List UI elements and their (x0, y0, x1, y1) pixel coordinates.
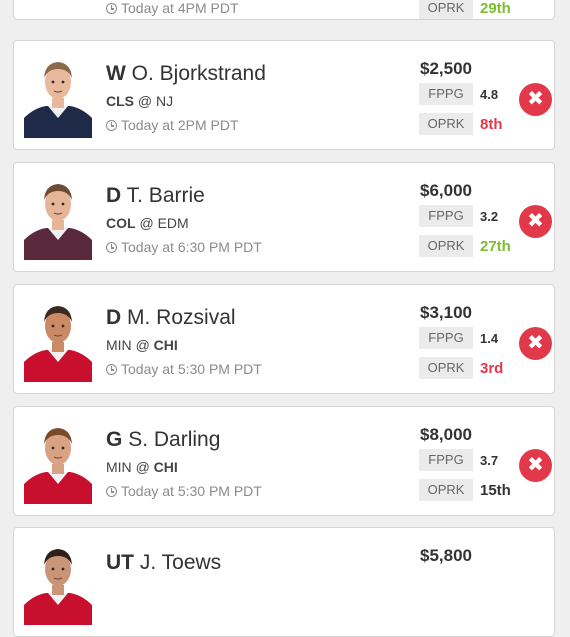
player-portrait-icon (24, 420, 92, 504)
fppg-label: FPPG (419, 205, 473, 227)
fppg-value: 3.7 (480, 453, 499, 468)
game-time: Today at 5:30 PM PDT (106, 361, 262, 377)
close-icon: ✖ (527, 88, 544, 110)
team-abbr: CLS (106, 93, 134, 109)
player-card[interactable]: W O. Bjorkstrand CLS @ NJ Today at 2PM P… (13, 40, 555, 150)
oprk-label: OPRK (419, 235, 473, 257)
game-time: Today at 5:30 PM PDT (106, 483, 262, 499)
clock-icon (106, 242, 117, 253)
game-time: Today at 6:30 PM PDT (106, 239, 262, 255)
oprk-label: OPRK (419, 113, 473, 135)
fppg-value: 1.4 (480, 331, 499, 346)
fppg-label: FPPG (419, 327, 473, 349)
close-icon: ✖ (527, 332, 544, 354)
oprk-label: OPRK (419, 0, 473, 19)
clock-icon (106, 120, 117, 131)
oprk-label: OPRK (419, 479, 473, 501)
opponent-abbr: EDM (157, 215, 189, 231)
salary: $6,000 (420, 181, 472, 200)
player-position: G (106, 428, 123, 451)
oprk-value: 29th (480, 0, 511, 17)
player-position: D (106, 184, 122, 207)
player-card-partial-top[interactable]: Today at 4PM PDT OPRK 29th (13, 0, 555, 20)
player-photo (24, 298, 92, 382)
player-name: G S. Darling (106, 428, 221, 451)
player-position: D (106, 306, 122, 329)
team-abbr: COL (106, 215, 136, 231)
clock-icon (106, 364, 117, 375)
clock-icon (106, 3, 117, 14)
matchup: COL @ EDM (106, 215, 189, 231)
game-time: Today at 4PM PDT (106, 0, 239, 16)
oprk-label: OPRK (419, 357, 473, 379)
player-position: W (106, 62, 126, 85)
player-name: D T. Barrie (106, 184, 205, 207)
team-abbr: MIN (106, 459, 132, 475)
salary: $2,500 (420, 59, 472, 78)
opponent-abbr: CHI (153, 459, 178, 475)
close-icon: ✖ (527, 210, 544, 232)
fppg-value: 3.2 (480, 209, 499, 224)
player-card[interactable]: G S. Darling MIN @ CHI Today at 5:30 PM … (13, 406, 555, 516)
player-portrait-icon (24, 541, 92, 625)
fppg-label: FPPG (419, 83, 473, 105)
oprk-value: 15th (480, 482, 511, 499)
player-photo (24, 54, 92, 138)
player-photo (24, 176, 92, 260)
oprk-value: 27th (480, 238, 511, 255)
close-icon: ✖ (527, 454, 544, 476)
matchup: MIN @ CHI (106, 459, 178, 475)
player-portrait-icon (24, 176, 92, 260)
clock-icon (106, 486, 117, 497)
remove-player-button[interactable]: ✖ (519, 83, 552, 116)
fppg-value: 4.8 (480, 87, 499, 102)
player-portrait-icon (24, 298, 92, 382)
player-photo (24, 541, 92, 625)
player-position: UT (106, 551, 134, 574)
player-name: D M. Rozsival (106, 306, 236, 329)
matchup: CLS @ NJ (106, 93, 174, 109)
oprk-value: 3rd (480, 360, 504, 377)
opponent-abbr: NJ (156, 93, 174, 109)
game-time: Today at 2PM PDT (106, 117, 239, 133)
player-name: W O. Bjorkstrand (106, 62, 266, 85)
matchup: MIN @ CHI (106, 337, 178, 353)
salary: $8,000 (420, 425, 472, 444)
player-photo (24, 420, 92, 504)
player-portrait-icon (24, 54, 92, 138)
team-abbr: MIN (106, 337, 132, 353)
player-card-partial-bottom[interactable]: UT J. Toews $5,800 (13, 527, 555, 637)
fppg-label: FPPG (419, 449, 473, 471)
player-photo (24, 0, 92, 6)
player-name: UT J. Toews (106, 551, 222, 574)
player-card[interactable]: D T. Barrie COL @ EDM Today at 6:30 PM P… (13, 162, 555, 272)
remove-player-button[interactable]: ✖ (519, 327, 552, 360)
oprk-value: 8th (480, 116, 503, 133)
remove-player-button[interactable]: ✖ (519, 205, 552, 238)
player-card[interactable]: D M. Rozsival MIN @ CHI Today at 5:30 PM… (13, 284, 555, 394)
salary: $5,800 (420, 546, 472, 565)
opponent-abbr: CHI (153, 337, 178, 353)
salary: $3,100 (420, 303, 472, 322)
remove-player-button[interactable]: ✖ (519, 449, 552, 482)
